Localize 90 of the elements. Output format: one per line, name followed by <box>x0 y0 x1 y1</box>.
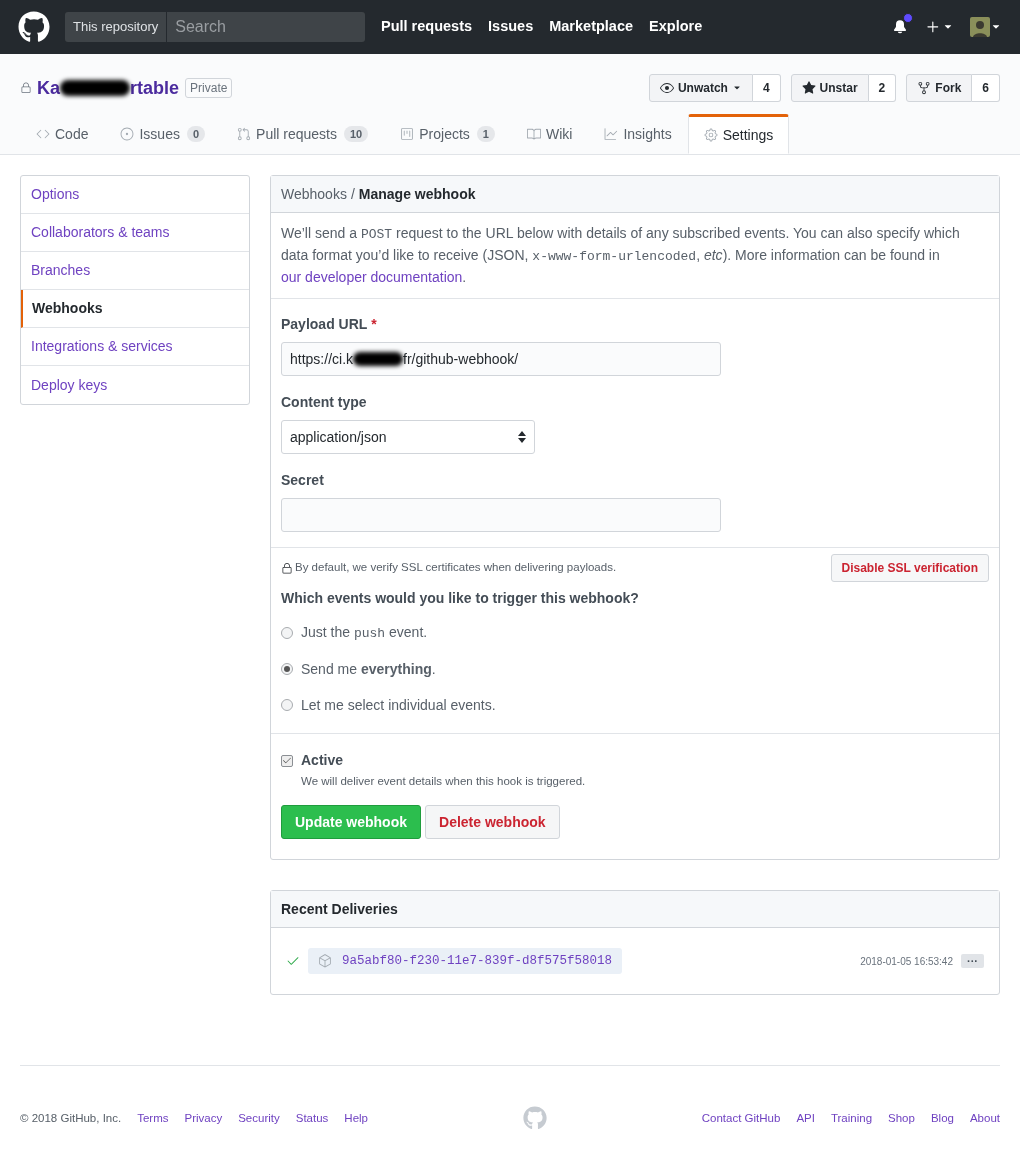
active-checkbox[interactable] <box>281 754 293 767</box>
footer-link[interactable]: API <box>796 1109 815 1127</box>
count-badge: 1 <box>476 125 495 143</box>
notification-bell-icon[interactable] <box>892 19 908 35</box>
lock-icon <box>281 560 293 576</box>
count-badge: 10 <box>344 125 369 143</box>
delete-webhook-button[interactable]: Delete webhook <box>425 805 560 840</box>
repository-tab[interactable]: Pull requests 10 <box>221 114 385 154</box>
field-label: Secret <box>281 471 325 490</box>
footer-link[interactable]: Training <box>830 1109 873 1127</box>
footer-link[interactable]: About <box>969 1109 1000 1127</box>
package-icon <box>318 954 332 969</box>
settings-menu-item[interactable]: Integrations & services <box>21 328 249 366</box>
copyright-text: © 2018 GitHub, Inc. <box>20 1110 122 1126</box>
settings-menu-item[interactable]: Webhooks <box>21 290 249 328</box>
footer-link[interactable]: Security <box>238 1109 280 1127</box>
settings-menu-item[interactable]: Deploy keys <box>21 366 249 404</box>
checkbox-note: We will deliver event details when this hook is triggered. <box>301 774 587 789</box>
star-icon <box>801 81 816 95</box>
field-label: Content type <box>281 393 368 412</box>
star-button[interactable]: Unstar <box>790 74 869 102</box>
private-label: Private <box>185 78 233 98</box>
scope-label: This repository <box>65 12 167 42</box>
lock-icon <box>20 81 32 95</box>
payload-url-field[interactable]: https://ci.k fr/github-webhook/ <box>281 342 721 376</box>
logo-icon[interactable] <box>18 11 50 43</box>
required-mark: * <box>371 315 377 334</box>
settings-menu-item[interactable]: Options <box>21 176 249 214</box>
secret-field[interactable] <box>281 498 721 532</box>
nav-link[interactable]: Pull requests <box>381 16 473 38</box>
disable-ssl-button[interactable]: Disable SSL verification <box>830 554 989 582</box>
repository-tab[interactable]: Issues 0 <box>104 114 222 154</box>
count-label[interactable]: 2 <box>868 74 897 102</box>
breadcrumb-link[interactable]: Webhooks <box>281 183 347 205</box>
settings-icon <box>703 128 718 142</box>
footer-link[interactable]: Help <box>344 1109 368 1127</box>
nav-link[interactable]: Explore <box>649 16 703 38</box>
settings-menu-item[interactable]: Collaborators & teams <box>21 214 249 252</box>
delivery-id-link[interactable]: 9a5abf80-f230-11e7-839f-d8f575f58018 <box>308 948 623 975</box>
redaction-mark <box>60 80 130 96</box>
fork-button[interactable]: Fork <box>906 74 973 102</box>
settings-menu-item[interactable]: Branches <box>21 252 249 290</box>
checkbox-label: Active <box>301 751 344 770</box>
nav-link[interactable]: Marketplace <box>549 16 634 38</box>
delivery-time: 2018-01-05 16:53:42 <box>860 954 953 969</box>
count-label[interactable]: 4 <box>752 74 781 102</box>
repository-tab[interactable]: Wiki <box>510 114 589 154</box>
select-arrows-icon <box>518 431 526 443</box>
repository-name-start[interactable]: Ka <box>37 74 60 102</box>
search-field[interactable]: Search <box>167 12 365 42</box>
count-badge: 0 <box>186 125 206 143</box>
footer-link[interactable]: Terms <box>137 1109 169 1127</box>
pull-request-icon <box>237 127 252 141</box>
radio-label: Just the push event. <box>301 623 428 644</box>
radio-button[interactable] <box>281 627 293 639</box>
footer-link[interactable]: Contact GitHub <box>701 1109 781 1127</box>
intro-paragraph: We’ll send a POST request to the URL below with details of any subscribed events. You can also specify which data format you’d like to receive (JSON, x-www-form-urlencoded, etc). More information can be found in our developer documentation. <box>271 213 999 299</box>
more-button[interactable]: ··· <box>961 954 984 969</box>
code-icon <box>36 127 50 141</box>
watch-button[interactable]: Unwatch <box>648 74 753 102</box>
field-label: Payload URL <box>281 315 368 334</box>
breadcrumb-separator: / <box>350 184 355 204</box>
radio-label: Send me everything. <box>301 659 436 679</box>
repository-tab[interactable]: Code <box>20 114 105 154</box>
count-label[interactable]: 6 <box>972 74 1000 102</box>
project-board-icon <box>400 127 415 141</box>
footer-link[interactable]: Status <box>295 1109 329 1127</box>
user-menu[interactable] <box>970 17 1002 37</box>
avatar-icon <box>970 17 990 37</box>
panel-title: Recent Deliveries <box>271 891 999 929</box>
repository-tab[interactable]: Settings <box>687 114 790 154</box>
redaction-mark <box>353 352 404 366</box>
radio-label: Let me select individual events. <box>301 695 496 715</box>
events-question: Which events would you like to trigger this webhook? <box>281 589 640 608</box>
book-icon <box>526 127 541 141</box>
footer-link[interactable]: Blog <box>930 1109 954 1127</box>
issue-icon <box>120 127 135 141</box>
footer-link[interactable]: Privacy <box>184 1109 223 1127</box>
fork-icon <box>917 81 932 95</box>
repository-name-end[interactable]: rtable <box>130 74 180 102</box>
radio-button[interactable] <box>281 663 293 675</box>
ssl-note: By default, we verify SSL certificates when delivering payloads. <box>295 560 617 576</box>
eye-icon <box>659 81 674 95</box>
repository-tab[interactable]: Insights <box>588 114 688 154</box>
footer-link[interactable]: Shop <box>888 1109 915 1127</box>
radio-button[interactable] <box>281 699 293 711</box>
nav-link[interactable]: Issues <box>488 16 534 38</box>
repository-tab[interactable]: Projects 1 <box>384 114 511 154</box>
panel-title: Manage webhook <box>358 184 476 204</box>
content-type-select[interactable]: application/json <box>281 420 535 454</box>
